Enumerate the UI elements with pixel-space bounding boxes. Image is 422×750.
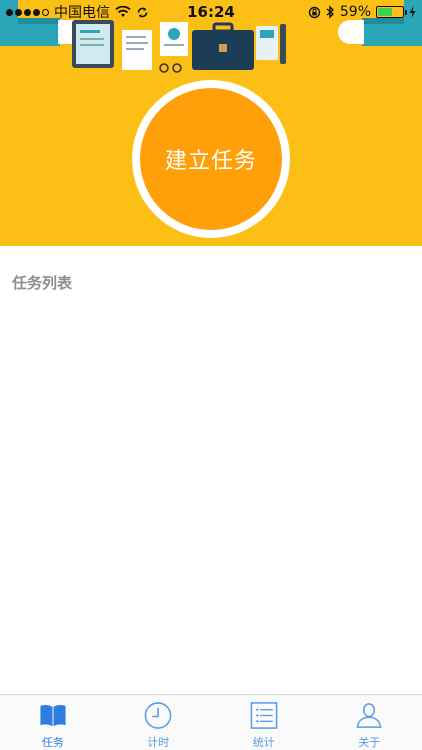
wifi-icon	[115, 6, 131, 17]
clock-icon	[144, 702, 172, 729]
tab-tasks-label: 任务	[41, 736, 64, 749]
tab-stats-label: 统计	[252, 736, 275, 749]
tab-timer-label: 计时	[147, 736, 170, 749]
tab-about[interactable]: 关于	[317, 695, 422, 750]
charging-icon	[409, 6, 416, 18]
bluetooth-icon	[326, 5, 334, 19]
carrier-label: 中国电信	[54, 5, 110, 21]
sync-icon	[137, 7, 148, 17]
tab-tasks[interactable]: 任务	[0, 695, 106, 750]
tab-stats[interactable]: 统计	[211, 695, 317, 750]
battery-percent: 59%	[339, 4, 371, 20]
create-task-button[interactable]: 建立任务	[140, 88, 282, 230]
tab-timer[interactable]: 计时	[106, 695, 212, 750]
battery-icon	[376, 6, 407, 18]
status-time: 16:24	[187, 3, 235, 21]
person-icon	[356, 703, 382, 728]
status-bar: 中国电信 16:24 59%	[0, 0, 422, 24]
list-icon	[250, 702, 278, 729]
tab-about-label: 关于	[358, 736, 381, 749]
tab-bar: 任务 计时 统计 关于	[0, 694, 422, 750]
orientation-lock-icon	[308, 6, 321, 18]
task-list	[0, 306, 422, 686]
header-banner: 建立任务	[0, 0, 422, 246]
signal-strength-icon	[6, 8, 49, 16]
book-icon	[40, 705, 66, 727]
create-task-ring: 建立任务	[132, 80, 290, 238]
task-list-section: 任务列表	[0, 246, 422, 694]
task-list-title: 任务列表	[12, 274, 73, 292]
